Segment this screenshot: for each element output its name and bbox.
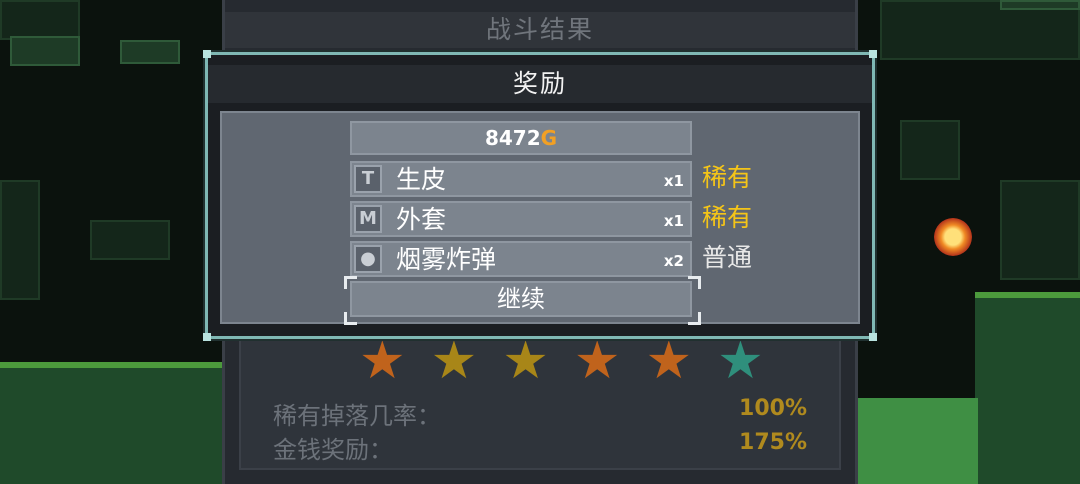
item-name: 生皮 (396, 165, 447, 194)
frame-corner (869, 50, 877, 58)
reward-body: 8472G T 生皮 x1 稀有 M 外套 x1 稀有 ● 烟雾炸弹 x2 普通… (220, 111, 860, 325)
battle-result-title: 战斗结果 (225, 12, 855, 48)
gold-amount: 8472G (350, 121, 692, 155)
stone-block (1000, 180, 1080, 280)
gold-value: 8472 (484, 126, 541, 150)
rare-drop-rate-label: 稀有掉落几率： (273, 402, 441, 430)
stone-block (0, 180, 40, 300)
selection-bracket (688, 312, 701, 325)
selection-bracket (344, 312, 357, 325)
star-icon: ★ (430, 331, 478, 391)
reward-item: T 生皮 x1 (350, 161, 692, 197)
stone-block (0, 0, 80, 40)
star-icon: ★ (573, 331, 621, 391)
frame-corner (203, 333, 211, 341)
gold-reward-label: 金钱奖励： (273, 436, 393, 464)
rare-drop-rate-value: 100% (739, 396, 807, 421)
star-icon: ★ (717, 331, 764, 391)
gold-reward-row: 金钱奖励： 175% (273, 430, 807, 465)
stone-block (120, 40, 180, 64)
grass-floor (858, 398, 978, 484)
selection-bracket (344, 276, 357, 289)
stone-block (90, 220, 170, 260)
reward-title: 奖励 (208, 65, 872, 103)
star-icon: ★ (645, 331, 693, 391)
coat-icon: M (354, 205, 382, 233)
gold-unit: G (540, 126, 558, 150)
gold-reward-value: 175% (739, 430, 807, 455)
item-quantity: x2 (663, 252, 684, 270)
hammer-icon: T (354, 165, 382, 193)
item-rarity: 稀有 (702, 203, 753, 232)
stone-block (1000, 0, 1080, 10)
item-name: 外套 (396, 205, 447, 234)
rare-drop-rate-row: 稀有掉落几率： 100% (273, 396, 807, 431)
mossy-pillar (975, 292, 1080, 484)
frame-corner (203, 50, 211, 58)
mossy-ground (0, 362, 222, 484)
reward-item: ● 烟雾炸弹 x2 (350, 241, 692, 277)
stone-block (900, 120, 960, 180)
item-name: 烟雾炸弹 (396, 245, 497, 274)
stone-block (10, 36, 80, 66)
frame-corner (869, 333, 877, 341)
star-icon: ★ (502, 331, 549, 391)
item-quantity: x1 (663, 172, 684, 190)
star-rating: ★ ★ ★ ★ ★ ★ (359, 331, 764, 391)
item-quantity: x1 (663, 212, 684, 230)
smoke-bomb-icon: ● (354, 245, 382, 273)
item-rarity: 稀有 (702, 163, 753, 192)
selection-bracket (688, 276, 701, 289)
reward-dialog: 奖励 8472G T 生皮 x1 稀有 M 外套 x1 稀有 ● 烟雾炸弹 x2… (203, 50, 877, 341)
star-icon: ★ (359, 331, 406, 391)
reward-item: M 外套 x1 (350, 201, 692, 237)
fire-orb-icon (934, 218, 972, 256)
item-rarity: 普通 (702, 243, 753, 272)
continue-button[interactable]: 继续 (350, 281, 692, 317)
